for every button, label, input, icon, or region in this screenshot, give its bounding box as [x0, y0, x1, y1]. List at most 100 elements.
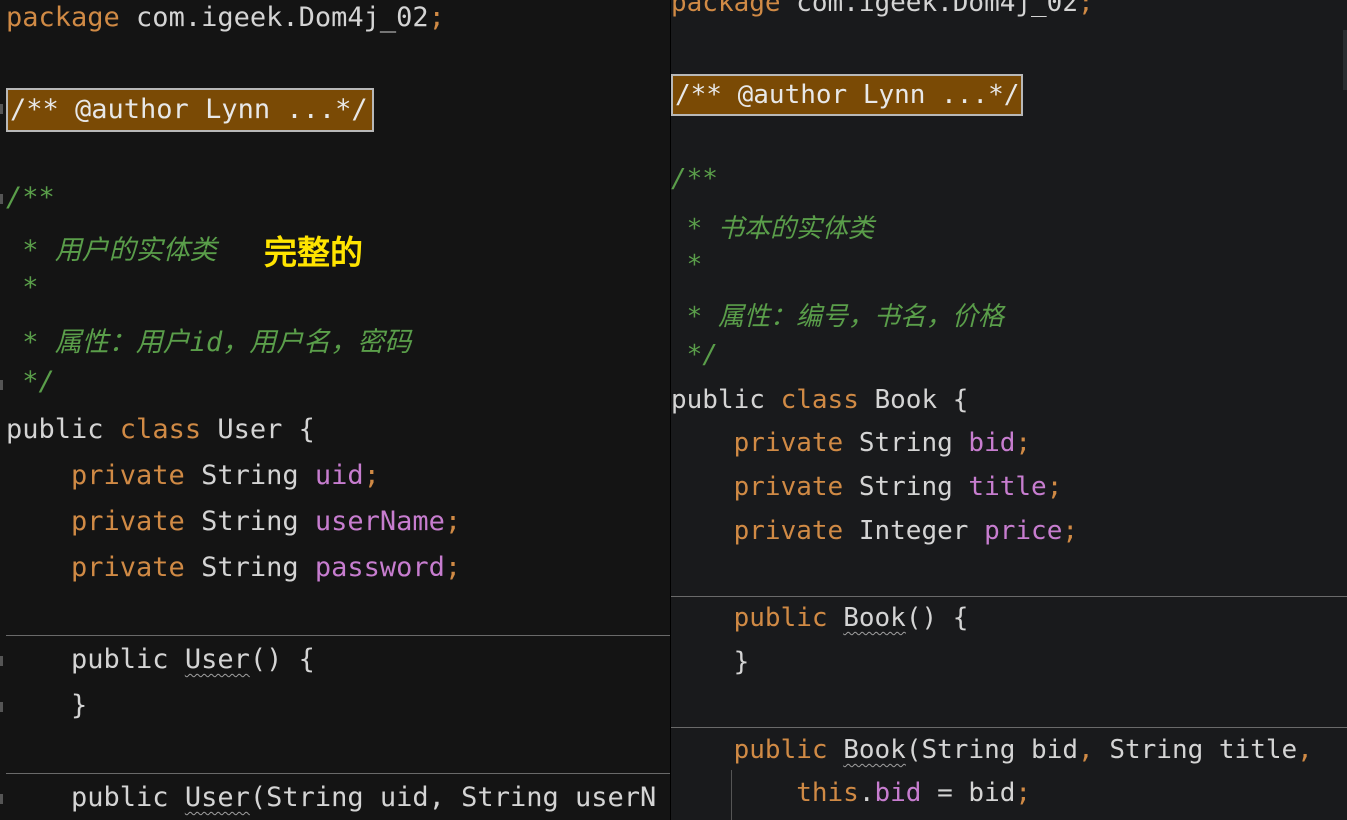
package-statement: package com.igeek.Dom4j_02; [671, 0, 1094, 18]
field-declaration: private Integer price; [671, 516, 1078, 546]
public-keyword: public [6, 414, 104, 445]
doc-comment-close: */ [6, 366, 55, 397]
comma: , [1297, 735, 1313, 765]
field-declaration: private String password; [6, 552, 461, 583]
doc-comment-close: */ [671, 340, 718, 370]
field-declaration: private String userName; [6, 506, 461, 537]
field-declaration: private String bid; [671, 428, 1031, 458]
folded-author-comment[interactable]: /** @author Lynn ...*/ [671, 74, 1023, 116]
private-keyword: private [671, 516, 844, 546]
constructor-declaration: public Book(String bid, String title, [671, 735, 1313, 765]
doc-comment-line: * 属性：编号，书名，价格 [671, 302, 1004, 332]
constructor-param: (String bid [905, 735, 1079, 765]
public-keyword: public [671, 603, 828, 633]
public-keyword: public [671, 735, 828, 765]
doc-comment-open: /** [671, 164, 718, 194]
public-keyword: public [6, 644, 169, 675]
semicolon: ; [1046, 472, 1063, 502]
assignment-value: = bid [921, 778, 1016, 808]
dot: . [858, 778, 875, 808]
method-separator [671, 596, 1347, 597]
scrollbar-thumb[interactable] [1343, 30, 1347, 90]
closing-brace: } [671, 647, 750, 677]
constructor-name[interactable]: User [185, 644, 250, 675]
semicolon: ; [1062, 516, 1079, 546]
private-keyword: private [6, 506, 185, 537]
constructor-param: String title [1093, 735, 1298, 765]
private-keyword: private [6, 460, 185, 491]
field-type: String [843, 428, 969, 458]
constructor-declaration: public Book() { [671, 603, 969, 633]
field-type: String [843, 472, 969, 502]
left-editor-pane[interactable]: package com.igeek.Dom4j_02; /** @author … [0, 0, 670, 820]
doc-comment-open: /** [6, 182, 55, 213]
constructor-params: () { [905, 603, 969, 633]
constructor-declaration: public User() { [6, 644, 315, 675]
field-declaration: private String uid; [6, 460, 380, 491]
doc-comment-star: * [671, 250, 703, 280]
field-name: uid [314, 460, 364, 491]
field-type: String [184, 460, 315, 491]
constructor-name[interactable]: Book [843, 603, 906, 633]
fold-marker-icon[interactable] [0, 794, 3, 804]
closing-brace: } [6, 690, 88, 721]
field-type: String [184, 552, 315, 583]
semicolon: ; [444, 506, 462, 537]
field-declaration: private String title; [671, 472, 1063, 502]
semicolon: ; [444, 552, 462, 583]
public-keyword: public [671, 385, 765, 415]
class-declaration: public class Book { [671, 385, 968, 415]
field-reference: bid [874, 778, 922, 808]
field-name: userName [314, 506, 445, 537]
fold-marker-icon[interactable] [0, 194, 3, 204]
field-name: title [968, 472, 1047, 502]
assignment-statement: this.bid = bid; [671, 778, 1031, 808]
right-editor-pane[interactable]: package com.igeek.Dom4j_02; /** @author … [671, 0, 1347, 820]
indent-guide [731, 770, 732, 820]
fold-marker-icon[interactable] [0, 702, 3, 712]
method-separator [6, 773, 670, 774]
class-declaration: public class User { [6, 414, 315, 445]
semicolon: ; [1015, 428, 1032, 458]
constructor-name[interactable]: Book [843, 735, 906, 765]
package-keyword: package [671, 0, 781, 18]
comma: , [1078, 735, 1094, 765]
package-keyword: package [6, 2, 120, 33]
private-keyword: private [6, 552, 185, 583]
field-type: String [184, 506, 315, 537]
semicolon: ; [1015, 778, 1032, 808]
package-name: com.igeek.Dom4j_02 [119, 2, 429, 33]
constructor-name[interactable]: User [185, 782, 250, 813]
fold-marker-icon[interactable] [0, 380, 3, 390]
field-type: Integer [843, 516, 985, 546]
this-keyword: this [671, 778, 859, 808]
doc-comment-line: * 用户的实体类 [6, 235, 217, 266]
annotation-callout: 完整的 [264, 233, 363, 272]
method-separator [671, 727, 1347, 728]
private-keyword: private [671, 472, 844, 502]
doc-comment-line: * 属性：用户id，用户名，密码 [6, 327, 412, 358]
doc-comment-star: * [6, 272, 39, 303]
folded-author-comment[interactable]: /** @author Lynn ...*/ [6, 88, 374, 132]
semicolon: ; [428, 2, 445, 33]
field-name: password [314, 552, 445, 583]
class-name: User { [201, 414, 315, 445]
method-separator [6, 635, 670, 636]
class-keyword: class [103, 414, 202, 445]
constructor-params: () { [249, 644, 315, 675]
semicolon: ; [363, 460, 380, 491]
class-keyword: class [764, 385, 859, 415]
fold-marker-icon[interactable] [0, 104, 3, 114]
constructor-declaration: public User(String uid, String userN [6, 782, 656, 813]
doc-comment-line: * 书本的实体类 [671, 214, 874, 244]
public-keyword: public [6, 782, 169, 813]
package-statement: package com.igeek.Dom4j_02; [6, 2, 445, 33]
class-name: Book { [858, 385, 969, 415]
semicolon: ; [1078, 0, 1094, 18]
fold-marker-icon[interactable] [0, 656, 3, 666]
constructor-params: (String uid, String userN [249, 782, 657, 813]
